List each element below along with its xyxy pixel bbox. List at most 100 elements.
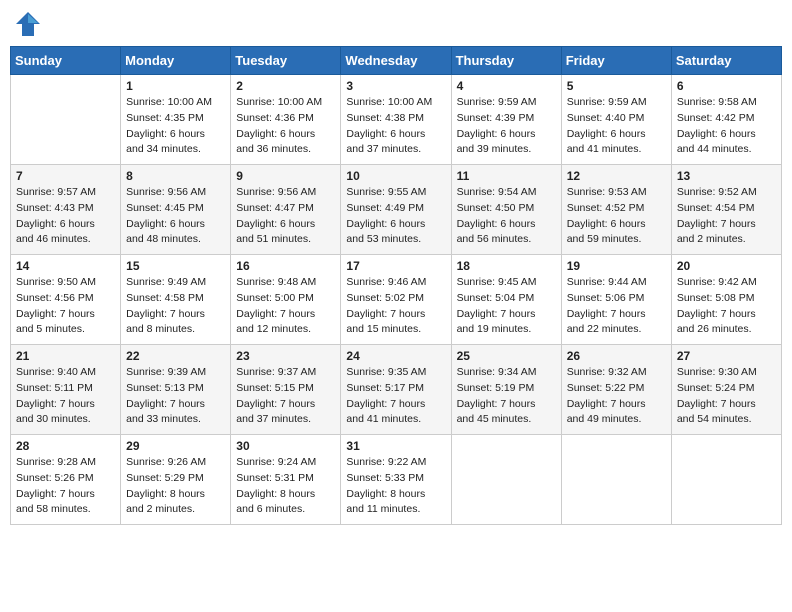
day-info-line: Sunrise: 9:37 AM [236,366,316,378]
day-info-line: Daylight: 7 hours [126,398,205,410]
day-info: Sunrise: 9:59 AMSunset: 4:39 PMDaylight:… [457,95,556,158]
day-info-line: Daylight: 8 hours [126,488,205,500]
week-row-4: 21Sunrise: 9:40 AMSunset: 5:11 PMDayligh… [11,345,782,435]
day-number: 28 [16,439,115,453]
day-info-line: Sunrise: 9:28 AM [16,456,96,468]
day-info-line: Sunrise: 9:57 AM [16,186,96,198]
day-info: Sunrise: 9:35 AMSunset: 5:17 PMDaylight:… [346,365,445,428]
day-info-line: Sunset: 5:13 PM [126,382,204,394]
calendar-cell: 19 Sunrise: 9:44 AMSunset: 5:06 PMDayligh… [561,255,671,345]
week-row-2: 7Sunrise: 9:57 AMSunset: 4:43 PMDaylight… [11,165,782,255]
day-info-line: and 45 minutes. [457,413,532,425]
day-number: 7 [16,169,115,183]
day-info-line: Sunrise: 9:56 AM [126,186,206,198]
day-info-line: and 37 minutes. [346,143,421,155]
day-info-line: Sunset: 4:47 PM [236,202,314,214]
day-number: 6 [677,79,776,93]
day-info-line: Daylight: 7 hours [567,308,646,320]
day-info-line: and 15 minutes. [346,323,421,335]
weekday-header-sunday: Sunday [11,47,121,75]
day-info-line: Daylight: 6 hours [567,218,646,230]
day-number: 27 [677,349,776,363]
calendar-cell: 13Sunrise: 9:52 AMSunset: 4:54 PMDayligh… [671,165,781,255]
day-info: Sunrise: 10:00 AMSunset: 4:38 PMDaylight… [346,95,445,158]
day-info: Sunrise: 9:30 AMSunset: 5:24 PMDaylight:… [677,365,776,428]
day-info-line: Sunset: 4:42 PM [677,112,755,124]
day-number: 4 [457,79,556,93]
day-info: Sunrise: 9:53 AMSunset: 4:52 PMDaylight:… [567,185,666,248]
day-info-line: and 26 minutes. [677,323,752,335]
day-info-line: Sunset: 4:38 PM [346,112,424,124]
day-number: 10 [346,169,445,183]
day-info: Sunrise: 9:54 AMSunset: 4:50 PMDaylight:… [457,185,556,248]
day-info-line: Sunset: 4:36 PM [236,112,314,124]
day-number: 31 [346,439,445,453]
week-row-3: 14Sunrise: 9:50 AMSunset: 4:56 PMDayligh… [11,255,782,345]
day-info: Sunrise: 9:49 AMSunset: 4:58 PMDaylight:… [126,275,225,338]
day-info-line: Sunrise: 9:59 AM [457,96,537,108]
day-info-line: Sunset: 4:58 PM [126,292,204,304]
day-info-line: Sunrise: 9:49 AM [126,276,206,288]
day-number: 19 [567,259,666,273]
day-info-line: and 11 minutes. [346,503,420,515]
calendar-cell: 22Sunrise: 9:39 AMSunset: 5:13 PMDayligh… [121,345,231,435]
day-info-line: Sunrise: 9:39 AM [126,366,206,378]
day-info: Sunrise: 9:28 AMSunset: 5:26 PMDaylight:… [16,455,115,518]
day-info-line: Sunrise: 9:53 AM [567,186,647,198]
day-number: 16 [236,259,335,273]
day-info-line: Sunset: 4:54 PM [677,202,755,214]
calendar-cell: 2Sunrise: 10:00 AMSunset: 4:36 PMDayligh… [231,75,341,165]
day-info-line: Daylight: 8 hours [236,488,315,500]
calendar-table: SundayMondayTuesdayWednesdayThursdayFrid… [10,46,782,525]
day-number: 23 [236,349,335,363]
day-info-line: and 41 minutes. [346,413,421,425]
day-info-line: Sunrise: 9:56 AM [236,186,316,198]
day-info-line: Daylight: 7 hours [677,218,756,230]
day-info: Sunrise: 9:45 AMSunset: 5:04 PMDaylight:… [457,275,556,338]
day-info: Sunrise: 9:44 AMSunset: 5:06 PMDaylight:… [567,275,666,338]
day-number: 11 [457,169,556,183]
day-info: Sunrise: 9:37 AM Sunset: 5:15 PM Daylight:… [236,365,335,428]
day-info: Sunrise: 9:56 AMSunset: 4:47 PMDaylight:… [236,185,335,248]
day-info: Sunrise: 9:58 AMSunset: 4:42 PMDaylight:… [677,95,776,158]
day-info-line: Daylight: 7 hours [346,308,425,320]
day-info-line: Daylight: 7 hours [236,398,315,410]
calendar-cell: 18Sunrise: 9:45 AMSunset: 5:04 PMDayligh… [451,255,561,345]
day-info-line: Daylight: 7 hours [677,308,756,320]
day-number: 8 [126,169,225,183]
calendar-cell [451,435,561,525]
day-info-line: and 6 minutes. [236,503,305,515]
calendar-cell: 28Sunrise: 9:28 AMSunset: 5:26 PMDayligh… [11,435,121,525]
calendar-cell [11,75,121,165]
day-info-line: Sunset: 5:33 PM [346,472,424,484]
day-number: 24 [346,349,445,363]
day-number: 20 [677,259,776,273]
day-info: Sunrise: 10:00 AMSunset: 4:36 PMDaylight… [236,95,335,158]
day-info-line: Sunrise: 9:58 AM [677,96,757,108]
day-info-line: and 59 minutes. [567,233,642,245]
day-info-line: and 2 minutes. [677,233,746,245]
day-info-line: Sunset: 5:00 PM [236,292,314,304]
day-info-line: and 53 minutes. [346,233,421,245]
day-number: 12 [567,169,666,183]
calendar-cell: 23 Sunrise: 9:37 AM Sunset: 5:15 PM Dayligh… [231,345,341,435]
day-info: Sunrise: 9:26 AMSunset: 5:29 PMDaylight:… [126,455,225,518]
day-info-line: Sunrise: 9:46 AM [346,276,426,288]
page-header [10,10,782,38]
day-info-line: Sunrise: 9:45 AM [457,276,537,288]
day-info-line: Daylight: 6 hours [346,218,425,230]
day-number: 9 [236,169,335,183]
day-info-line: Sunset: 5:26 PM [16,472,94,484]
day-info-line: and 44 minutes. [677,143,752,155]
day-info-line: Sunrise: 9:26 AM [126,456,206,468]
day-info-line: Sunset: 5:22 PM [567,382,645,394]
day-info-line: Sunset: 5:15 PM [236,382,314,394]
calendar-cell: 27 Sunrise: 9:30 AMSunset: 5:24 PMDayligh… [671,345,781,435]
day-info-line: Daylight: 6 hours [457,128,536,140]
day-number: 14 [16,259,115,273]
header-row: SundayMondayTuesdayWednesdayThursdayFrid… [11,47,782,75]
week-row-5: 28 Sunrise: 9:28 AM Sunset: 5:26 PM Dayligh… [11,435,782,525]
day-info-line: Sunset: 5:02 PM [346,292,424,304]
day-number: 17 [346,259,445,273]
logo-icon [14,10,42,38]
